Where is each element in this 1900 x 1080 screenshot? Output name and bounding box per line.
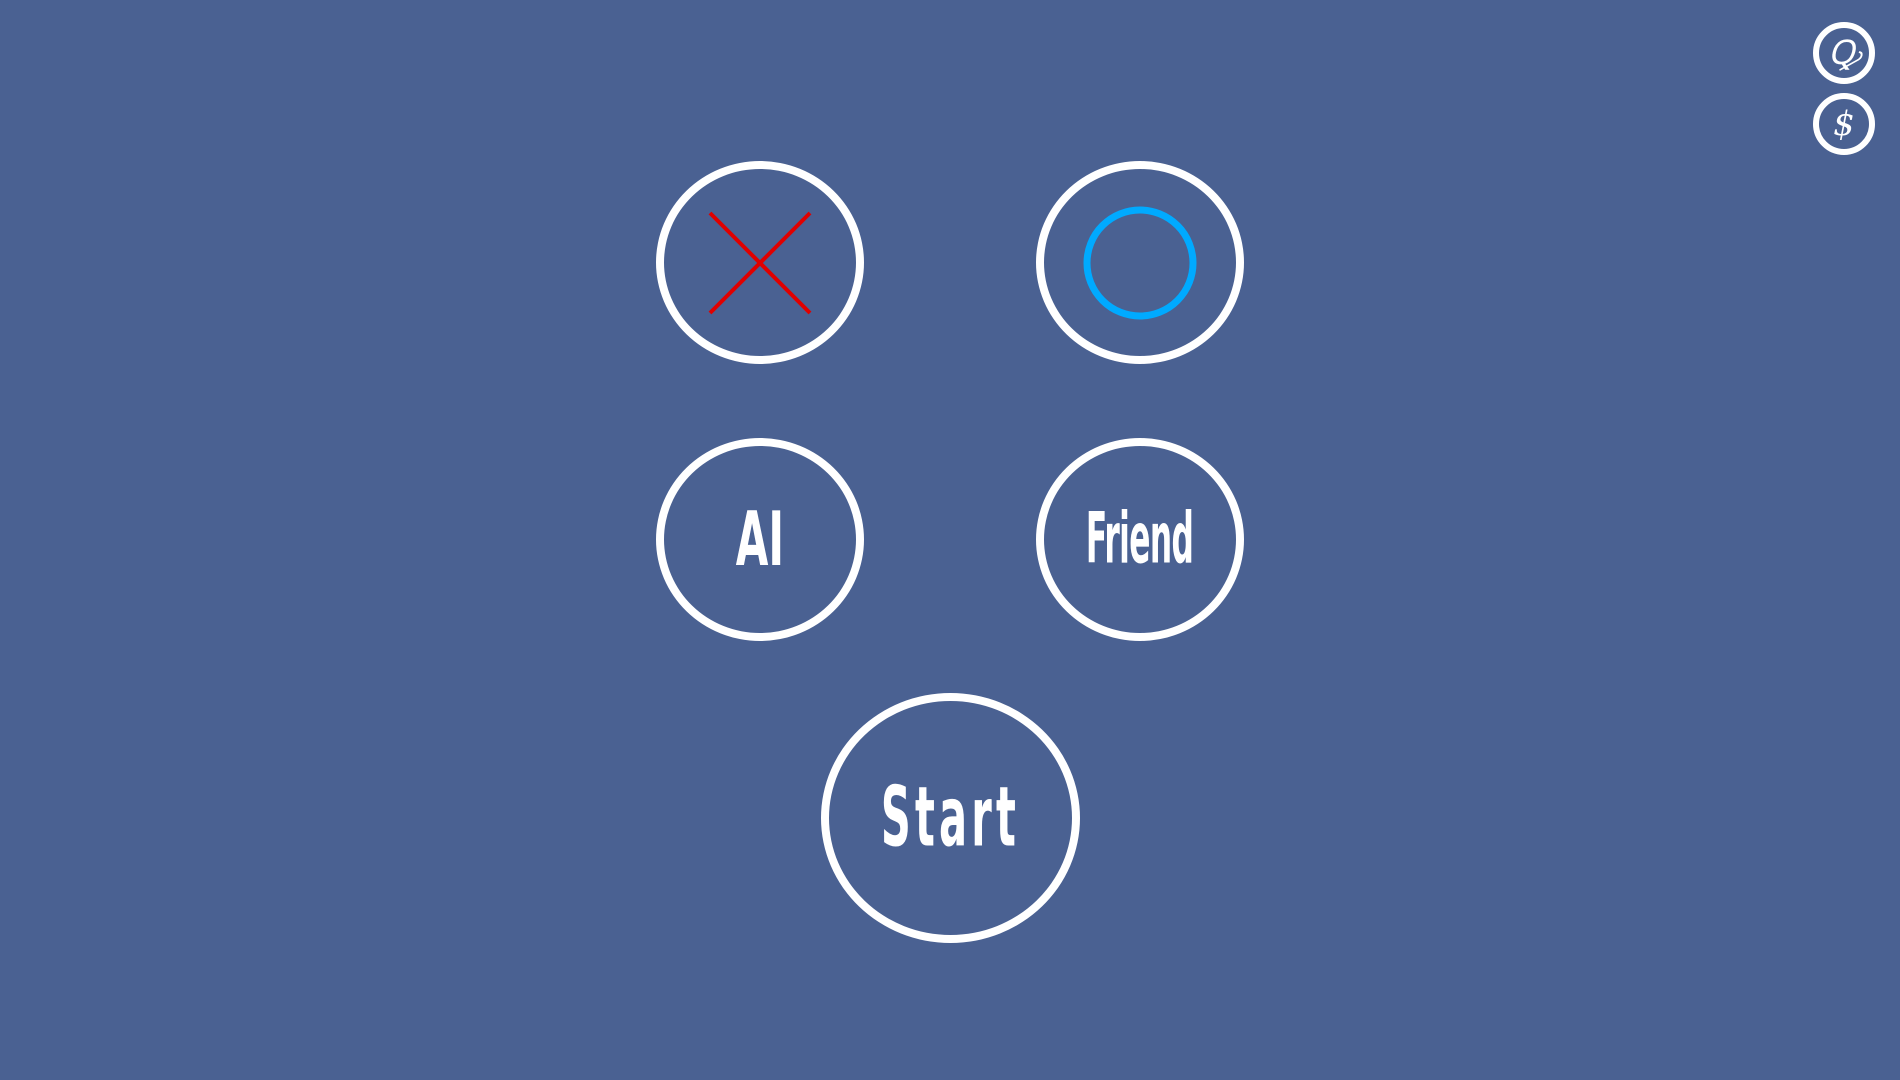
friend-label: Friend — [1086, 498, 1194, 580]
cross-x-icon — [708, 211, 812, 314]
settings-emblem-button[interactable]: Ꝙ — [1813, 22, 1875, 84]
play-vs-friend-button[interactable]: Friend — [1036, 438, 1244, 641]
play-vs-ai-button[interactable]: AI — [656, 438, 864, 641]
currency-dollar-icon: $ — [1833, 104, 1855, 144]
currency-button[interactable]: $ — [1813, 93, 1875, 155]
circle-o-icon — [1083, 206, 1197, 319]
start-button[interactable]: Start — [821, 693, 1080, 943]
choose-x-button[interactable] — [656, 161, 864, 364]
swirl-emblem-icon: Ꝙ — [1827, 33, 1861, 73]
ai-label: AI — [735, 495, 785, 584]
choose-o-button[interactable] — [1036, 161, 1244, 364]
start-label: Start — [880, 769, 1021, 866]
